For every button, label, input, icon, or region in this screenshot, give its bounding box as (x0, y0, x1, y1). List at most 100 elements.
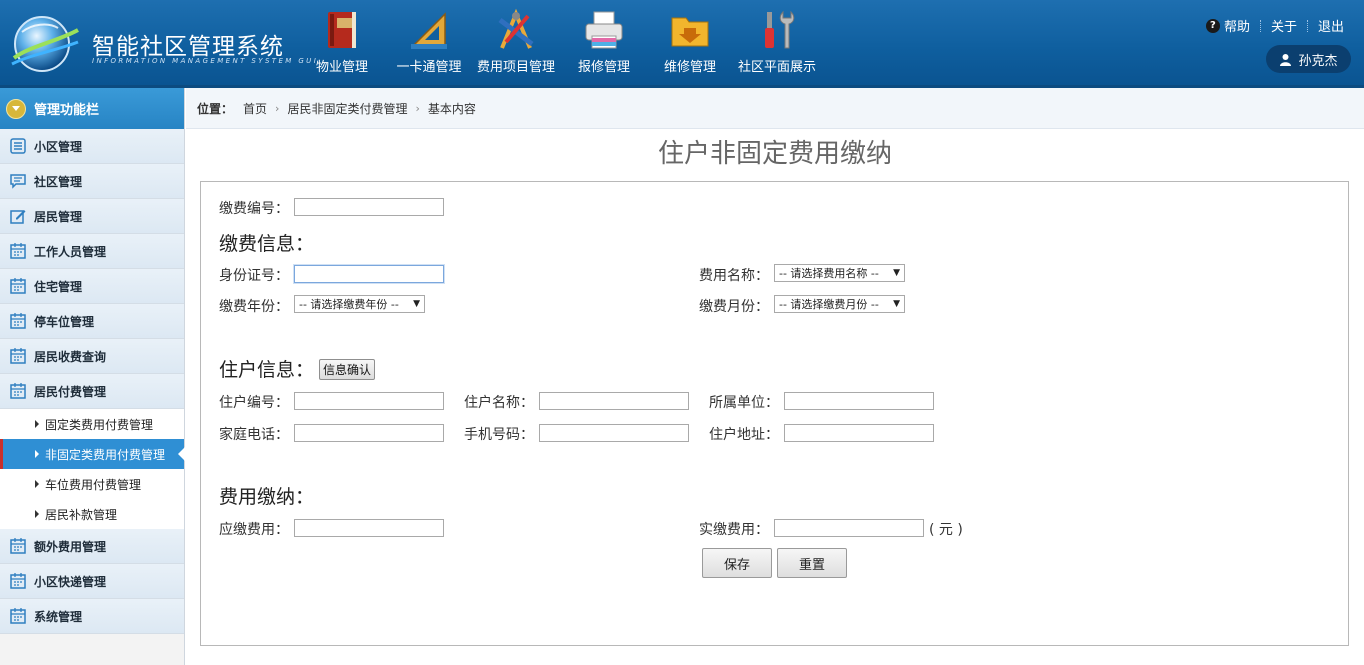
nav-repair-report-management[interactable]: 报修管理 (572, 8, 636, 80)
payment-no-label: 缴费编号： (219, 201, 289, 217)
id-card-label: 身份证号： (219, 268, 289, 284)
nav-card-management[interactable]: 一卡通管理 (392, 8, 466, 80)
save-button[interactable]: 保存 (702, 548, 772, 578)
caret-right-icon (35, 450, 39, 458)
user-name: 孙克杰 (1298, 53, 1338, 69)
home-phone-input[interactable] (294, 424, 444, 442)
design-tools-icon (498, 8, 534, 49)
divider (1306, 19, 1308, 32)
calendar-icon (10, 278, 26, 294)
caret-right-icon (35, 510, 39, 518)
folder-download-icon (671, 17, 709, 47)
help-icon: ? (1205, 18, 1220, 33)
user-icon (1280, 53, 1292, 66)
payment-no-input[interactable] (294, 198, 444, 216)
dropdown-arrow-icon: ▼ (413, 299, 420, 309)
app-subtitle: INFORMATION MANAGEMENT SYSTEM GUI (92, 57, 319, 65)
globe-logo-icon (11, 16, 79, 72)
book-icon (328, 12, 356, 48)
sidebar-item-staff[interactable]: 工作人员管理 (0, 234, 184, 269)
address-input[interactable] (784, 424, 934, 442)
paid-fee-input[interactable] (774, 519, 924, 537)
printer-icon (585, 11, 623, 49)
top-header: 智能社区管理系统 INFORMATION MANAGEMENT SYSTEM G… (0, 0, 1364, 88)
chat-icon (10, 174, 26, 189)
resident-no-label: 住户编号： (219, 395, 289, 411)
reset-button[interactable]: 重置 (777, 548, 847, 578)
about-link[interactable]: 关于 (1271, 16, 1297, 35)
calendar-icon (10, 608, 26, 624)
pay-month-label: 缴费月份： (699, 299, 769, 315)
edit-icon (10, 210, 26, 224)
calendar-icon (10, 243, 26, 259)
sidebar-item-parking[interactable]: 停车位管理 (0, 304, 184, 339)
breadcrumb-prefix: 位置： (197, 101, 234, 116)
section-fee-payment: 费用缴纳： (219, 486, 315, 508)
fee-name-label: 费用名称： (699, 268, 769, 284)
section-resident-info: 住户信息： (219, 359, 315, 381)
calendar-icon (10, 348, 26, 364)
list-icon (10, 138, 26, 154)
resident-name-label: 住户名称： (464, 395, 534, 411)
sidebar-item-housing[interactable]: 住宅管理 (0, 269, 184, 304)
sidebar-subitem-parking-fee[interactable]: 车位费用付费管理 (0, 469, 184, 499)
sidebar-item-payment[interactable]: 居民付费管理 (0, 374, 184, 409)
calendar-icon (10, 573, 26, 589)
mobile-input[interactable] (539, 424, 689, 442)
mobile-label: 手机号码： (464, 427, 534, 443)
dropdown-arrow-icon: ▼ (893, 268, 900, 278)
info-confirm-button[interactable]: 信息确认 (319, 359, 376, 380)
resident-no-input[interactable] (294, 392, 444, 410)
due-fee-label: 应缴费用： (219, 522, 289, 538)
tools-icon (765, 10, 795, 49)
sidebar-item-system[interactable]: 系统管理 (0, 599, 184, 634)
sidebar-subitem-fixed-fee[interactable]: 固定类费用付费管理 (0, 409, 184, 439)
sidebar-item-estate[interactable]: 小区管理 (0, 129, 184, 164)
breadcrumb-home[interactable]: 首页 (243, 100, 267, 117)
pay-year-label: 缴费年份： (219, 299, 289, 315)
id-card-input[interactable] (294, 265, 444, 283)
breadcrumb: 位置： 首页 › 居民非固定类付费管理 › 基本内容 (186, 88, 1364, 129)
nav-maintenance-management[interactable]: 维修管理 (658, 8, 722, 80)
home-phone-label: 家庭电话： (219, 427, 289, 443)
breadcrumb-separator: › (415, 101, 420, 115)
currency-unit: ( 元 ) (929, 522, 963, 538)
divider (1259, 19, 1261, 32)
caret-right-icon (35, 480, 39, 488)
sidebar-item-extra-fee[interactable]: 额外费用管理 (0, 529, 184, 564)
payment-form: 缴费编号： 缴费信息： 身份证号： 费用名称： -- 请选择费用名称 -- ▼ 缴… (200, 181, 1349, 646)
sidebar-header[interactable]: 管理功能栏 (0, 88, 184, 129)
app-title: 智能社区管理系统 (92, 34, 284, 60)
nav-property-management[interactable]: 物业管理 (310, 8, 374, 80)
pay-month-select[interactable]: -- 请选择缴费月份 -- ▼ (774, 295, 905, 313)
unit-label: 所属单位： (709, 395, 779, 411)
sidebar-subitem-supplement[interactable]: 居民补款管理 (0, 499, 184, 529)
nav-fee-item-management[interactable]: 费用项目管理 (472, 8, 560, 80)
nav-community-plan-display[interactable]: 社区平面展示 (733, 8, 821, 80)
pay-year-select[interactable]: -- 请选择缴费年份 -- ▼ (294, 295, 425, 313)
sidebar-item-fee-query[interactable]: 居民收费查询 (0, 339, 184, 374)
ruler-triangle-icon (411, 12, 447, 49)
user-badge[interactable]: 孙克杰 (1266, 45, 1351, 73)
due-fee-input[interactable] (294, 519, 444, 537)
resident-name-input[interactable] (539, 392, 689, 410)
logout-link[interactable]: 退出 (1318, 16, 1344, 35)
page-title: 住户非固定费用缴纳 (657, 139, 892, 169)
sidebar-item-community[interactable]: 社区管理 (0, 164, 184, 199)
sidebar: 管理功能栏 小区管理 社区管理 居民管理 工作人员管理 住宅管理 停车位管理 居… (0, 88, 185, 665)
sidebar-item-express[interactable]: 小区快递管理 (0, 564, 184, 599)
help-link[interactable]: ? 帮助 (1205, 16, 1250, 35)
sidebar-subitem-nonfixed-fee[interactable]: 非固定类费用付费管理 (0, 439, 185, 469)
fee-name-select[interactable]: -- 请选择费用名称 -- ▼ (774, 264, 905, 282)
calendar-icon (10, 538, 26, 554)
breadcrumb-separator: › (275, 101, 280, 115)
paid-fee-label: 实缴费用： (699, 522, 769, 538)
sidebar-item-resident[interactable]: 居民管理 (0, 199, 184, 234)
payment-submenu: 固定类费用付费管理 非固定类费用付费管理 车位费用付费管理 居民补款管理 (0, 409, 185, 529)
collapse-icon (6, 98, 26, 119)
breadcrumb-section[interactable]: 居民非固定类付费管理 (287, 100, 407, 117)
address-label: 住户地址： (709, 427, 779, 443)
unit-input[interactable] (784, 392, 934, 410)
dropdown-arrow-icon: ▼ (893, 299, 900, 309)
calendar-icon (10, 383, 26, 399)
